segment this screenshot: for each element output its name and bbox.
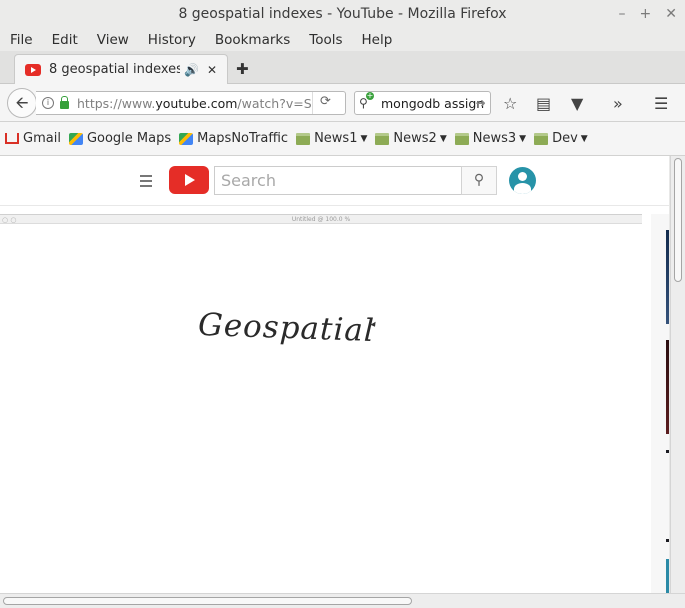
menu-file[interactable]: File (10, 32, 33, 48)
dropdown-arrow-icon: ▼ (439, 133, 447, 144)
bookmarks-toolbar: Gmail Google Maps MapsNoTraffic News1 ▼ … (0, 122, 685, 156)
navigation-toolbar: 🡨 i https://www. youtube.com/watch?v=S ⟳ … (0, 84, 685, 122)
menu-bookmarks[interactable]: Bookmarks (215, 32, 290, 48)
horizontal-scroll-thumb[interactable] (3, 597, 412, 605)
youtube-icon (25, 63, 41, 76)
tab-title: 8 geospatial indexes -... (49, 62, 180, 77)
search-go-icon[interactable]: ➜ (476, 95, 486, 110)
vertical-scrollbar[interactable] (670, 156, 685, 593)
bookmark-label: News1 (314, 131, 358, 146)
avatar[interactable] (509, 167, 536, 194)
video-window-title: Untitled @ 100.0 % (291, 216, 351, 223)
bookmark-folder-dev[interactable]: Dev ▼ (534, 131, 588, 146)
folder-icon (375, 132, 390, 145)
url-domain: youtube.com (155, 95, 238, 111)
bookmark-folder-news3[interactable]: News3 ▼ (454, 131, 527, 146)
dropdown-arrow-icon: ▼ (580, 133, 588, 144)
hamburger-menu-icon[interactable]: ☰ (654, 94, 668, 113)
video-thumbnail[interactable] (666, 539, 669, 542)
pocket-icon[interactable]: ▼ (571, 94, 583, 113)
youtube-search-input[interactable]: Search (214, 166, 462, 195)
video-thumbnail[interactable] (666, 450, 669, 453)
overflow-icon[interactable]: » (613, 94, 623, 113)
folder-icon (534, 132, 549, 145)
tab-strip: 8 geospatial indexes -... 🔊 ✕ ✚ (0, 51, 685, 84)
maps-icon (68, 132, 83, 145)
folder-icon (454, 132, 469, 145)
vertical-scroll-thumb[interactable] (674, 158, 682, 282)
gmail-icon (5, 133, 19, 144)
tab-youtube[interactable]: 8 geospatial indexes -... 🔊 ✕ (14, 54, 228, 84)
horizontal-scrollbar[interactable] (0, 593, 685, 608)
video-thumbnail[interactable] (666, 559, 669, 593)
back-button[interactable]: 🡨 (7, 88, 37, 118)
minimize-icon[interactable]: – (619, 0, 626, 29)
video-inner-titlebar: ○ ○ Untitled @ 100.0 % (0, 215, 642, 224)
guide-menu-icon[interactable] (140, 175, 152, 190)
menu-history[interactable]: History (148, 32, 196, 48)
window-title: 8 geospatial indexes - YouTube - Mozilla… (178, 6, 507, 22)
video-thumbnail[interactable] (666, 340, 669, 434)
maximize-icon[interactable]: + (640, 0, 652, 29)
folder-icon (296, 132, 311, 145)
youtube-logo-icon[interactable] (169, 166, 209, 194)
url-prefix: https://www. (77, 95, 156, 111)
bookmark-folder-news2[interactable]: News2 ▼ (375, 131, 447, 146)
window-titlebar: 8 geospatial indexes - YouTube - Mozilla… (0, 0, 685, 29)
new-tab-icon[interactable]: ✚ (236, 60, 249, 78)
menu-help[interactable]: Help (362, 32, 393, 48)
tab-close-icon[interactable]: ✕ (207, 63, 217, 77)
menu-edit[interactable]: Edit (52, 32, 78, 48)
youtube-search-button[interactable]: ⚲ (461, 166, 497, 195)
reload-icon[interactable]: ⟳ (320, 94, 331, 109)
bookmark-label: News3 (472, 131, 517, 146)
pen-cursor-icon (370, 321, 378, 329)
add-engine-icon: + (366, 91, 374, 100)
bookmark-google-maps[interactable]: Google Maps (68, 131, 172, 146)
bookmark-label: News2 (393, 131, 437, 146)
bookmark-gmail[interactable]: Gmail (5, 131, 61, 146)
reading-list-icon[interactable]: ▤ (536, 94, 551, 113)
search-icon: ⚲ (473, 172, 485, 188)
search-engine-icon[interactable]: ⚲ + (359, 92, 375, 110)
star-icon[interactable]: ☆ (503, 94, 517, 113)
menu-view[interactable]: View (97, 32, 129, 48)
search-input[interactable]: mongodb assign (381, 96, 484, 111)
url-path: /watch?v=S (237, 95, 312, 111)
url-bar[interactable]: i https://www. youtube.com/watch?v=S ⟳ (36, 91, 346, 115)
bookmark-label: Gmail (23, 131, 61, 146)
menu-tools[interactable]: Tools (309, 32, 342, 48)
dropdown-arrow-icon: ▼ (519, 133, 527, 144)
url-divider (312, 92, 313, 114)
search-bar[interactable]: ⚲ + mongodb assign ➜ (354, 91, 491, 115)
youtube-header: Search ⚲ (0, 156, 669, 206)
maps-icon (179, 132, 194, 145)
lock-icon (60, 96, 69, 109)
speaker-icon[interactable]: 🔊 (184, 63, 199, 77)
bookmark-label: Dev (552, 131, 578, 146)
related-videos-strip (651, 214, 669, 593)
video-thumbnail[interactable] (666, 230, 669, 324)
close-icon[interactable]: ✕ (665, 0, 677, 29)
bookmark-label: MapsNoTraffic (197, 131, 289, 146)
info-icon[interactable]: i (42, 97, 54, 109)
page-content: Search ⚲ ○ ○ Untitled @ 100.0 % Geospati… (0, 156, 669, 593)
bookmark-label: Google Maps (86, 131, 172, 146)
window-controls: – + ✕ (619, 0, 677, 29)
dropdown-arrow-icon: ▼ (360, 133, 368, 144)
bookmark-folder-news1[interactable]: News1 ▼ (296, 131, 367, 146)
handwritten-text: Geospatial (197, 306, 376, 350)
bookmark-mapsnotraffic[interactable]: MapsNoTraffic (179, 131, 288, 146)
window-dots-icon: ○ ○ (2, 216, 17, 224)
menu-bar: File Edit View History Bookmarks Tools H… (0, 29, 685, 51)
video-player[interactable]: ○ ○ Untitled @ 100.0 % Geospatial (0, 214, 642, 578)
